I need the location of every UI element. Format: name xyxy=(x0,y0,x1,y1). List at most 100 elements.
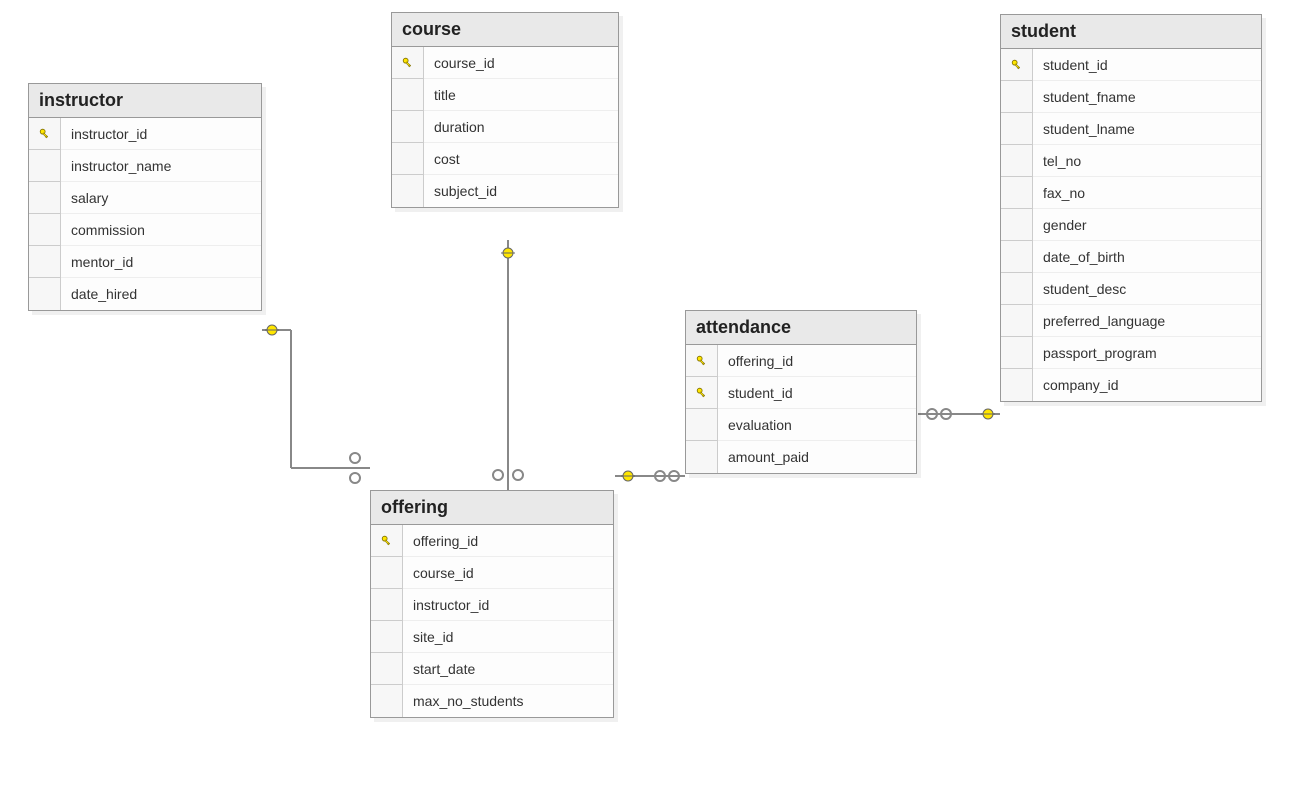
table-rows-attendance: offering_idstudent_idevaluationamount_pa… xyxy=(686,345,916,473)
column-student-fax_no[interactable]: fax_no xyxy=(1001,177,1261,209)
column-student-date_of_birth[interactable]: date_of_birth xyxy=(1001,241,1261,273)
column-course-subject_id[interactable]: subject_id xyxy=(392,175,618,207)
column-label: preferred_language xyxy=(1033,305,1261,337)
empty-key-cell xyxy=(371,685,403,717)
empty-key-cell xyxy=(392,79,424,111)
empty-key-cell xyxy=(29,246,61,278)
column-label: student_id xyxy=(1033,49,1261,81)
column-label: offering_id xyxy=(403,525,613,557)
column-offering-instructor_id[interactable]: instructor_id xyxy=(371,589,613,621)
empty-key-cell xyxy=(1001,145,1033,177)
column-label: passport_program xyxy=(1033,337,1261,369)
primary-key-icon xyxy=(380,534,394,548)
column-attendance-amount_paid[interactable]: amount_paid xyxy=(686,441,916,473)
column-label: instructor_id xyxy=(403,589,613,621)
column-instructor-date_hired[interactable]: date_hired xyxy=(29,278,261,310)
column-instructor-instructor_id[interactable]: instructor_id xyxy=(29,118,261,150)
pk-indicator xyxy=(371,525,403,557)
empty-key-cell xyxy=(29,278,61,310)
column-instructor-salary[interactable]: salary xyxy=(29,182,261,214)
empty-key-cell xyxy=(29,150,61,182)
table-rows-course: course_idtitledurationcostsubject_id xyxy=(392,47,618,207)
column-label: instructor_id xyxy=(61,118,261,150)
column-attendance-offering_id[interactable]: offering_id xyxy=(686,345,916,377)
column-label: date_of_birth xyxy=(1033,241,1261,273)
pk-indicator xyxy=(392,47,424,79)
column-course-cost[interactable]: cost xyxy=(392,143,618,175)
column-instructor-mentor_id[interactable]: mentor_id xyxy=(29,246,261,278)
column-student-tel_no[interactable]: tel_no xyxy=(1001,145,1261,177)
column-student-preferred_language[interactable]: preferred_language xyxy=(1001,305,1261,337)
column-student-passport_program[interactable]: passport_program xyxy=(1001,337,1261,369)
column-attendance-evaluation[interactable]: evaluation xyxy=(686,409,916,441)
table-offering[interactable]: offering offering_idcourse_idinstructor_… xyxy=(370,490,614,718)
column-course-duration[interactable]: duration xyxy=(392,111,618,143)
column-label: student_id xyxy=(718,377,916,409)
column-label: student_fname xyxy=(1033,81,1261,113)
column-offering-course_id[interactable]: course_id xyxy=(371,557,613,589)
empty-key-cell xyxy=(371,589,403,621)
empty-key-cell xyxy=(29,182,61,214)
column-offering-start_date[interactable]: start_date xyxy=(371,653,613,685)
empty-key-cell xyxy=(1001,209,1033,241)
primary-key-icon xyxy=(695,386,709,400)
column-label: duration xyxy=(424,111,618,143)
column-student-gender[interactable]: gender xyxy=(1001,209,1261,241)
table-course[interactable]: course course_idtitledurationcostsubject… xyxy=(391,12,619,208)
table-rows-instructor: instructor_idinstructor_namesalarycommis… xyxy=(29,118,261,310)
empty-key-cell xyxy=(371,621,403,653)
column-student-company_id[interactable]: company_id xyxy=(1001,369,1261,401)
empty-key-cell xyxy=(1001,369,1033,401)
pk-indicator xyxy=(686,377,718,409)
column-student-student_desc[interactable]: student_desc xyxy=(1001,273,1261,305)
empty-key-cell xyxy=(392,143,424,175)
pk-indicator xyxy=(29,118,61,150)
column-label: start_date xyxy=(403,653,613,685)
column-label: tel_no xyxy=(1033,145,1261,177)
column-label: site_id xyxy=(403,621,613,653)
column-attendance-student_id[interactable]: student_id xyxy=(686,377,916,409)
column-label: amount_paid xyxy=(718,441,916,473)
column-label: student_desc xyxy=(1033,273,1261,305)
column-label: student_lname xyxy=(1033,113,1261,145)
column-label: mentor_id xyxy=(61,246,261,278)
column-label: gender xyxy=(1033,209,1261,241)
column-label: title xyxy=(424,79,618,111)
empty-key-cell xyxy=(686,441,718,473)
column-student-student_id[interactable]: student_id xyxy=(1001,49,1261,81)
empty-key-cell xyxy=(1001,305,1033,337)
empty-key-cell xyxy=(1001,337,1033,369)
column-label: subject_id xyxy=(424,175,618,207)
column-label: instructor_name xyxy=(61,150,261,182)
primary-key-icon xyxy=(38,127,52,141)
empty-key-cell xyxy=(1001,113,1033,145)
table-title-course: course xyxy=(392,13,618,47)
column-instructor-instructor_name[interactable]: instructor_name xyxy=(29,150,261,182)
column-course-title[interactable]: title xyxy=(392,79,618,111)
column-instructor-commission[interactable]: commission xyxy=(29,214,261,246)
column-label: evaluation xyxy=(718,409,916,441)
table-title-offering: offering xyxy=(371,491,613,525)
table-title-instructor: instructor xyxy=(29,84,261,118)
column-course-course_id[interactable]: course_id xyxy=(392,47,618,79)
primary-key-icon xyxy=(1010,58,1024,72)
empty-key-cell xyxy=(392,111,424,143)
empty-key-cell xyxy=(392,175,424,207)
column-student-student_lname[interactable]: student_lname xyxy=(1001,113,1261,145)
column-offering-offering_id[interactable]: offering_id xyxy=(371,525,613,557)
er-diagram-canvas: instructor instructor_idinstructor_names… xyxy=(0,0,1294,810)
empty-key-cell xyxy=(1001,81,1033,113)
column-label: date_hired xyxy=(61,278,261,310)
pk-indicator xyxy=(1001,49,1033,81)
empty-key-cell xyxy=(1001,241,1033,273)
table-rows-offering: offering_idcourse_idinstructor_idsite_id… xyxy=(371,525,613,717)
table-instructor[interactable]: instructor instructor_idinstructor_names… xyxy=(28,83,262,311)
column-offering-site_id[interactable]: site_id xyxy=(371,621,613,653)
column-offering-max_no_students[interactable]: max_no_students xyxy=(371,685,613,717)
table-attendance[interactable]: attendance offering_idstudent_idevaluati… xyxy=(685,310,917,474)
empty-key-cell xyxy=(1001,177,1033,209)
table-student[interactable]: student student_idstudent_fnamestudent_l… xyxy=(1000,14,1262,402)
empty-key-cell xyxy=(1001,273,1033,305)
empty-key-cell xyxy=(371,557,403,589)
column-student-student_fname[interactable]: student_fname xyxy=(1001,81,1261,113)
